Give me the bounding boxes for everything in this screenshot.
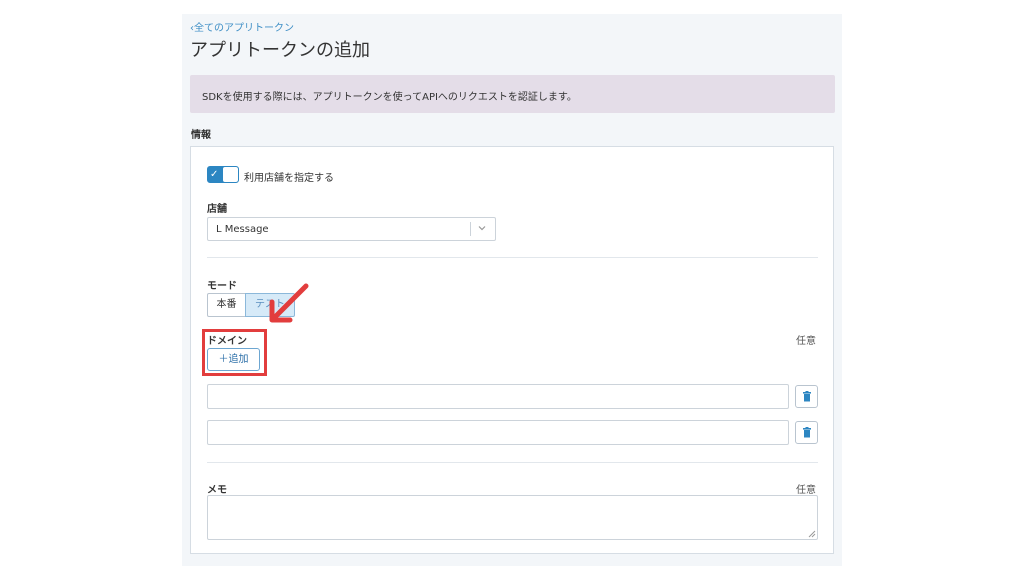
chevron-down-icon	[477, 223, 487, 236]
info-banner: SDKを使用する際には、アプリトークンを使ってAPIへのリクエストを認証します。	[190, 75, 835, 113]
annotation-highlight-box	[202, 329, 267, 376]
page-title: アプリトークンの追加	[190, 40, 370, 61]
check-icon: ✓	[210, 169, 219, 180]
store-toggle[interactable]: ✓	[207, 166, 239, 183]
back-to-app-tokens-link[interactable]: ‹全てのアプリトークン	[190, 19, 294, 34]
memo-label: メモ	[207, 485, 227, 496]
resize-handle-icon[interactable]	[808, 530, 816, 538]
divider	[207, 257, 818, 258]
delete-domain-button[interactable]	[795, 385, 818, 408]
annotation-arrow-icon	[269, 283, 309, 323]
info-card	[190, 146, 834, 554]
memo-textarea[interactable]	[207, 495, 818, 540]
divider	[207, 462, 818, 463]
toggle-knob	[223, 167, 238, 182]
info-banner-text: SDKを使用する際には、アプリトークンを使ってAPIへのリクエストを認証します。	[202, 92, 577, 103]
store-toggle-label: 利用店舗を指定する	[244, 173, 334, 184]
domain-input[interactable]	[207, 420, 789, 445]
store-label: 店舗	[207, 204, 227, 215]
trash-icon	[803, 427, 811, 438]
select-separator	[470, 222, 471, 236]
section-title: 情報	[191, 130, 211, 141]
domain-optional-badge: 任意	[796, 336, 816, 347]
memo-optional-badge: 任意	[796, 485, 816, 496]
store-select-value: L Message	[216, 224, 269, 235]
delete-domain-button[interactable]	[795, 421, 818, 444]
store-select[interactable]: L Message	[207, 217, 496, 241]
domain-input[interactable]	[207, 384, 789, 409]
trash-icon	[803, 391, 811, 402]
mode-option-production[interactable]: 本番	[207, 293, 246, 317]
mode-label: モード	[207, 281, 237, 292]
